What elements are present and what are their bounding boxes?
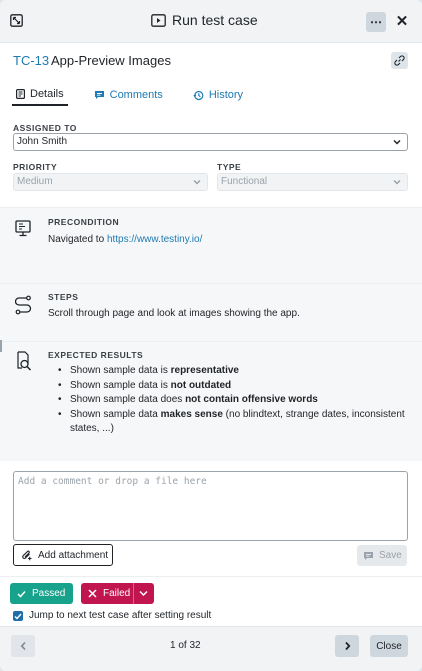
case-id-link[interactable]: TC-13: [13, 53, 49, 68]
tab-history-label: History: [208, 89, 244, 101]
jump-next-label[interactable]: Jump to next test case after setting res…: [29, 610, 211, 621]
passed-label: Passed: [32, 588, 66, 599]
type-select[interactable]: Functional: [217, 173, 408, 191]
jump-next-checkbox[interactable]: [13, 611, 23, 621]
steps-section: STEPS Scroll through page and look at im…: [0, 283, 422, 341]
tab-bar: Details Comments History: [12, 84, 269, 110]
tab-details[interactable]: Details: [12, 84, 68, 106]
priority-value: Medium: [17, 176, 53, 187]
list-item: Shown sample data makes sense (no blindt…: [58, 408, 408, 437]
steps-text: Scroll through page and look at images s…: [48, 308, 300, 319]
history-icon: [193, 90, 204, 100]
failed-label: Failed: [103, 588, 131, 599]
chevron-down-icon: [393, 139, 401, 145]
close-icon[interactable]: ✕: [394, 12, 410, 32]
expected-results-list: Shown sample data is representative Show…: [58, 364, 408, 437]
add-attachment-label: Add attachment: [38, 549, 109, 561]
priority-select[interactable]: Medium: [13, 173, 208, 191]
list-item: Shown sample data does not contain offen…: [58, 393, 408, 408]
chevron-right-icon: [344, 641, 350, 651]
monitor-icon: [15, 220, 31, 237]
check-icon: [14, 613, 22, 620]
case-name: App-Preview Images: [51, 53, 171, 68]
comment-icon: [94, 91, 104, 99]
document-icon: [16, 89, 25, 99]
chevron-down-icon[interactable]: [139, 590, 148, 597]
tab-details-label: Details: [30, 88, 64, 100]
list-item: Shown sample data is not outdated: [58, 379, 408, 394]
x-icon: [88, 589, 97, 598]
close-label: Close: [376, 640, 402, 652]
expected-results-section: EXPECTED RESULTS Shown sample data is re…: [0, 341, 422, 461]
previous-button[interactable]: [11, 635, 35, 657]
run-icon: [151, 13, 166, 27]
steps-label: STEPS: [48, 292, 79, 302]
chevron-down-icon: [193, 179, 201, 185]
passed-button[interactable]: Passed: [10, 583, 73, 604]
copy-link-button[interactable]: [391, 52, 408, 69]
add-attachment-button[interactable]: Add attachment: [13, 544, 113, 566]
priority-label: PRIORITY: [13, 162, 58, 172]
expected-results-label: EXPECTED RESULTS: [48, 350, 144, 360]
next-button[interactable]: [335, 635, 359, 657]
more-icon: ⋯: [370, 15, 382, 29]
dialog-header: Run test case ⋯ ✕: [0, 0, 422, 43]
more-options-button[interactable]: ⋯: [366, 12, 386, 32]
precondition-link[interactable]: https://www.testiny.io/: [107, 234, 202, 245]
list-item: Shown sample data is representative: [58, 364, 408, 379]
pagination-text: 1 of 32: [170, 640, 201, 651]
case-heading: TC-13 App-Preview Images: [0, 43, 422, 79]
dialog-title-text: Run test case: [172, 12, 258, 28]
comment-icon: [364, 551, 373, 560]
results-icon: [17, 351, 32, 371]
resize-handle[interactable]: [0, 340, 2, 352]
comment-input[interactable]: Add a comment or drop a file here: [13, 471, 408, 541]
chevron-down-icon: [393, 179, 401, 185]
dialog-title: Run test case: [151, 12, 258, 28]
precondition-section: PRECONDITION Navigated to https://www.te…: [0, 207, 422, 283]
assigned-to-select[interactable]: John Smith: [13, 133, 408, 151]
close-button[interactable]: Close: [370, 635, 408, 657]
save-button[interactable]: Save: [357, 545, 407, 566]
precondition-label: PRECONDITION: [48, 217, 120, 227]
run-test-case-dialog: Run test case ⋯ ✕ TC-13 App-Preview Imag…: [0, 0, 422, 671]
check-icon: [17, 590, 26, 598]
precondition-text-prefix: Navigated to: [48, 234, 107, 245]
assigned-to-value: John Smith: [17, 136, 68, 147]
type-value: Functional: [221, 176, 268, 187]
tab-comments-label: Comments: [109, 89, 163, 101]
failed-button[interactable]: Failed: [81, 583, 154, 604]
chevron-left-icon: [20, 641, 26, 651]
expand-icon[interactable]: [10, 14, 23, 27]
type-label: TYPE: [217, 162, 242, 172]
precondition-text: Navigated to https://www.testiny.io/: [48, 234, 202, 245]
assigned-to-label: ASSIGNED TO: [13, 123, 77, 133]
tab-history[interactable]: History: [189, 84, 247, 106]
dialog-footer: 1 of 32 Close: [0, 626, 422, 671]
comment-placeholder: Add a comment or drop a file here: [18, 476, 207, 487]
link-icon: [394, 55, 405, 66]
save-label: Save: [379, 550, 402, 561]
failed-divider: [133, 583, 134, 604]
steps-icon: [15, 295, 32, 315]
paperclip-icon: [22, 550, 32, 560]
divider: [0, 576, 422, 577]
tab-comments[interactable]: Comments: [90, 84, 167, 106]
